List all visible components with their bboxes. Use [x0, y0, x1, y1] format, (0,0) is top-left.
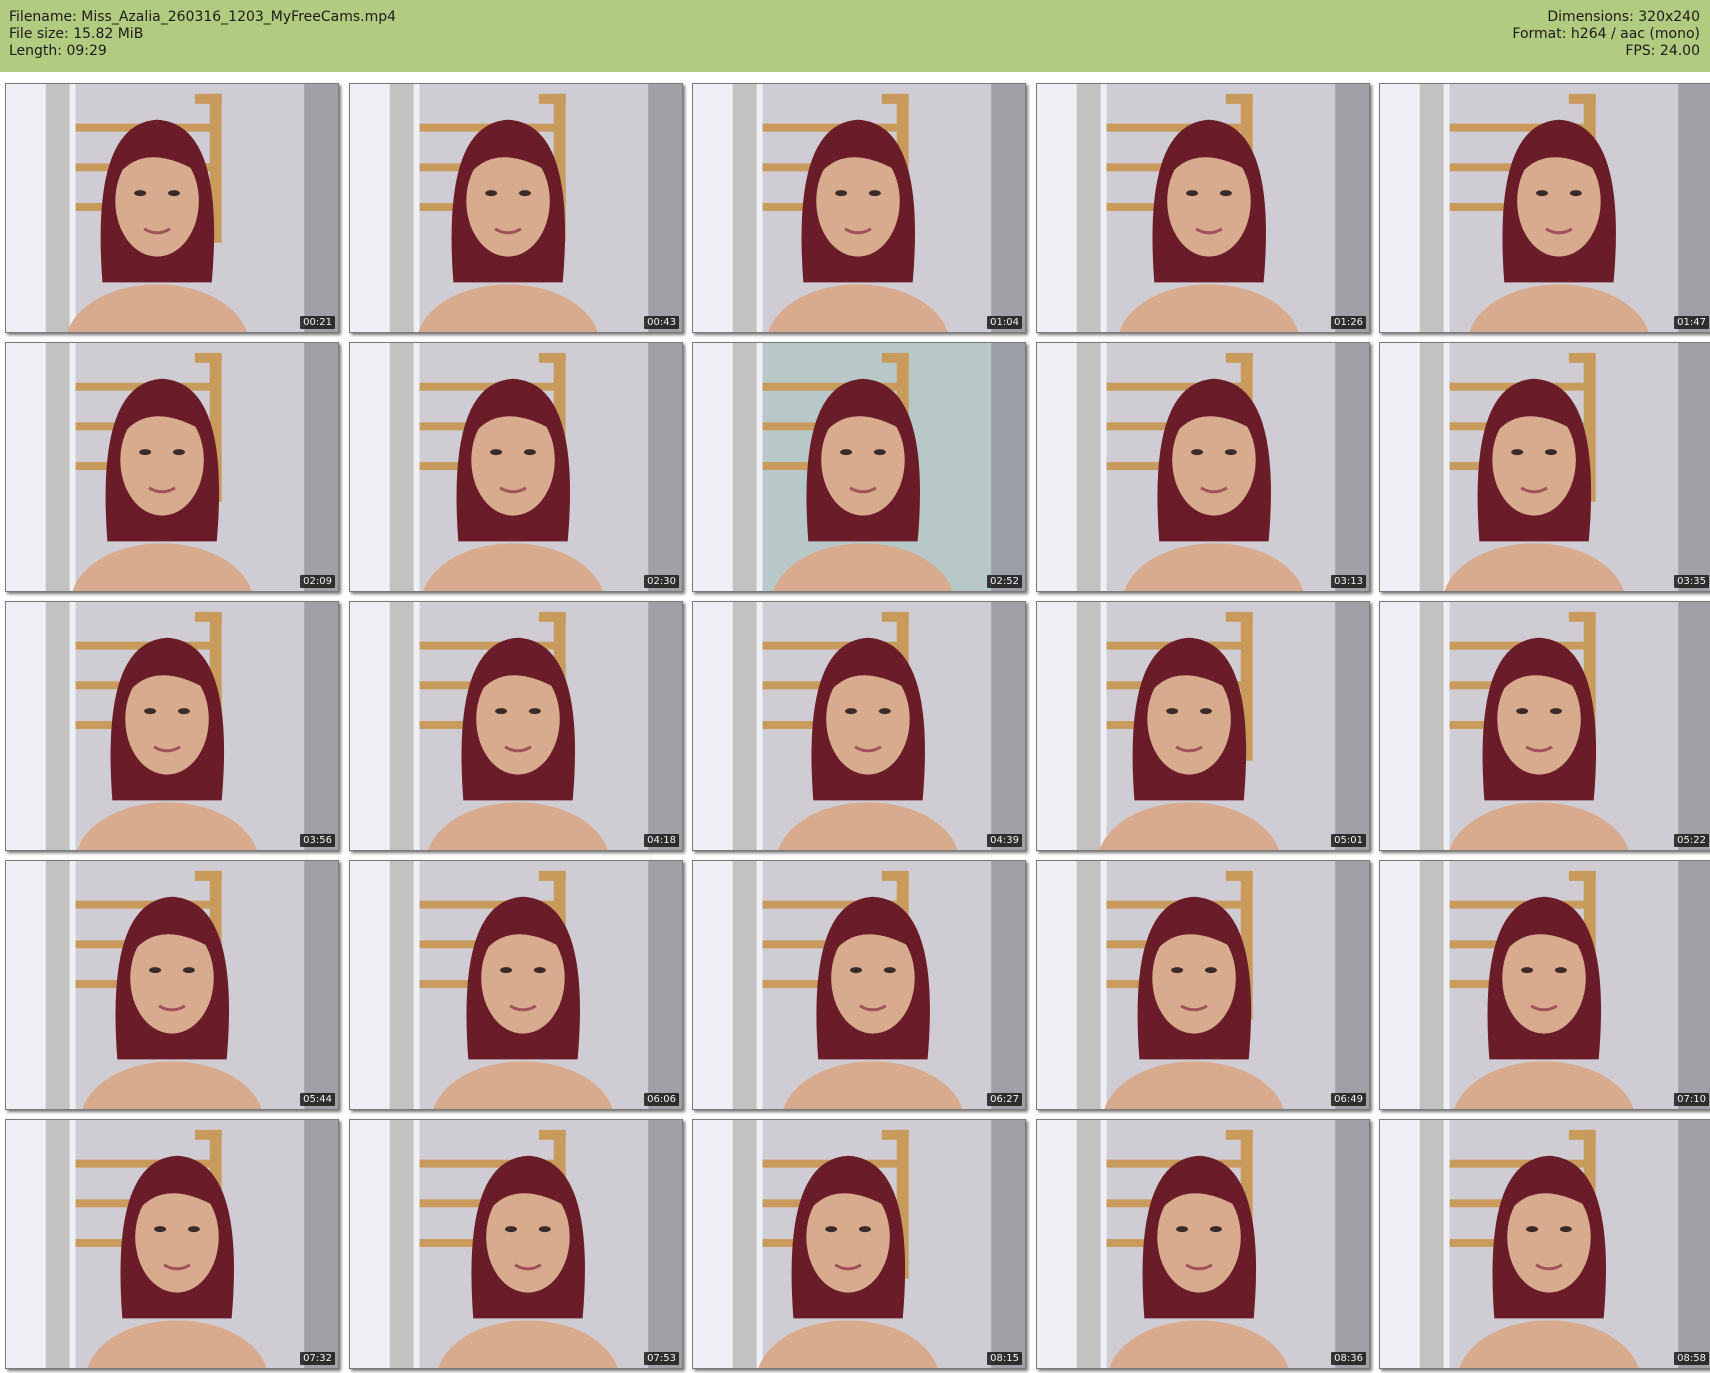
thumbnail-timestamp: 08:36: [1331, 1352, 1366, 1365]
thumbnail-timestamp: 01:26: [1331, 316, 1366, 329]
video-thumbnail[interactable]: 01:26: [1036, 83, 1370, 333]
video-thumbnail[interactable]: 01:04: [692, 83, 1026, 333]
dimensions-text: Dimensions: 320x240: [1547, 9, 1700, 25]
video-frame-icon: [350, 861, 682, 1109]
video-thumbnail[interactable]: 06:06: [349, 860, 683, 1110]
video-thumbnail[interactable]: 00:43: [349, 83, 683, 333]
video-frame-icon: [1380, 602, 1710, 850]
video-thumbnail[interactable]: 05:44: [5, 860, 339, 1110]
video-thumbnail[interactable]: 04:18: [349, 601, 683, 851]
file-info-right: Dimensions: 320x240 Format: h264 / aac (…: [1512, 9, 1700, 60]
video-frame-icon: [1380, 84, 1710, 332]
thumbnail-timestamp: 00:43: [644, 316, 679, 329]
thumbnail-timestamp: 01:04: [987, 316, 1022, 329]
video-thumbnail[interactable]: 02:52: [692, 342, 1026, 592]
thumbnail-timestamp: 02:09: [300, 575, 335, 588]
thumbnail-timestamp: 00:21: [300, 316, 335, 329]
video-frame-icon: [350, 84, 682, 332]
thumbnail-timestamp: 07:53: [644, 1352, 679, 1365]
video-frame-icon: [693, 861, 1025, 1109]
length-text: Length: 09:29: [9, 43, 107, 59]
thumbnail-grid: 00:21 00:43 01:04 01:26 01:47 02:09 02:30 02:52…: [5, 83, 1710, 1369]
file-info-left: Filename: Miss_Azalia_260316_1203_MyFree…: [9, 9, 396, 60]
thumbnail-timestamp: 04:39: [987, 834, 1022, 847]
thumbnail-timestamp: 08:15: [987, 1352, 1022, 1365]
filesize-text: File size: 15.82 MiB: [9, 26, 144, 42]
thumbnail-timestamp: 07:10: [1674, 1093, 1709, 1106]
video-frame-icon: [6, 861, 338, 1109]
thumbnail-timestamp: 04:18: [644, 834, 679, 847]
video-thumbnail[interactable]: 07:10: [1379, 860, 1710, 1110]
thumbnail-timestamp: 05:22: [1674, 834, 1709, 847]
thumbnail-timestamp: 02:30: [644, 575, 679, 588]
video-thumbnail[interactable]: 03:56: [5, 601, 339, 851]
video-frame-icon: [693, 602, 1025, 850]
video-thumbnail[interactable]: 03:35: [1379, 342, 1710, 592]
video-frame-icon: [1380, 861, 1710, 1109]
thumbnail-timestamp: 08:58: [1674, 1352, 1709, 1365]
thumbnail-timestamp: 03:13: [1331, 575, 1366, 588]
thumbnail-timestamp: 03:56: [300, 834, 335, 847]
video-thumbnail[interactable]: 06:49: [1036, 860, 1370, 1110]
video-frame-icon: [1037, 84, 1369, 332]
video-frame-icon: [693, 343, 1025, 591]
video-thumbnail[interactable]: 05:22: [1379, 601, 1710, 851]
video-thumbnail[interactable]: 08:58: [1379, 1119, 1710, 1369]
video-frame-icon: [1380, 1120, 1710, 1368]
thumbnail-timestamp: 06:27: [987, 1093, 1022, 1106]
video-thumbnail[interactable]: 07:53: [349, 1119, 683, 1369]
video-frame-icon: [350, 343, 682, 591]
thumbnail-timestamp: 02:52: [987, 575, 1022, 588]
fps-text: FPS: 24.00: [1625, 43, 1700, 59]
thumbnail-timestamp: 05:01: [1331, 834, 1366, 847]
video-thumbnail[interactable]: 01:47: [1379, 83, 1710, 333]
thumbnail-timestamp: 05:44: [300, 1093, 335, 1106]
video-frame-icon: [1037, 861, 1369, 1109]
video-frame-icon: [6, 343, 338, 591]
video-thumbnail[interactable]: 08:15: [692, 1119, 1026, 1369]
video-frame-icon: [6, 1120, 338, 1368]
format-text: Format: h264 / aac (mono): [1512, 26, 1700, 42]
video-frame-icon: [1037, 1120, 1369, 1368]
video-frame-icon: [6, 602, 338, 850]
thumbnail-timestamp: 06:06: [644, 1093, 679, 1106]
video-thumbnail[interactable]: 03:13: [1036, 342, 1370, 592]
video-thumbnail[interactable]: 05:01: [1036, 601, 1370, 851]
video-thumbnail[interactable]: 04:39: [692, 601, 1026, 851]
video-frame-icon: [1380, 343, 1710, 591]
video-frame-icon: [1037, 602, 1369, 850]
thumbnail-timestamp: 03:35: [1674, 575, 1709, 588]
filename-text: Filename: Miss_Azalia_260316_1203_MyFree…: [9, 9, 397, 25]
info-header: Filename: Miss_Azalia_260316_1203_MyFree…: [0, 0, 1710, 72]
video-thumbnail[interactable]: 00:21: [5, 83, 339, 333]
video-frame-icon: [6, 84, 338, 332]
video-thumbnail[interactable]: 02:09: [5, 342, 339, 592]
video-frame-icon: [350, 1120, 682, 1368]
thumbnail-timestamp: 01:47: [1674, 316, 1709, 329]
video-thumbnail[interactable]: 02:30: [349, 342, 683, 592]
thumbnail-timestamp: 07:32: [300, 1352, 335, 1365]
video-frame-icon: [693, 84, 1025, 332]
video-frame-icon: [1037, 343, 1369, 591]
video-frame-icon: [693, 1120, 1025, 1368]
video-frame-icon: [350, 602, 682, 850]
video-thumbnail[interactable]: 07:32: [5, 1119, 339, 1369]
thumbnail-timestamp: 06:49: [1331, 1093, 1366, 1106]
video-thumbnail[interactable]: 08:36: [1036, 1119, 1370, 1369]
video-thumbnail[interactable]: 06:27: [692, 860, 1026, 1110]
